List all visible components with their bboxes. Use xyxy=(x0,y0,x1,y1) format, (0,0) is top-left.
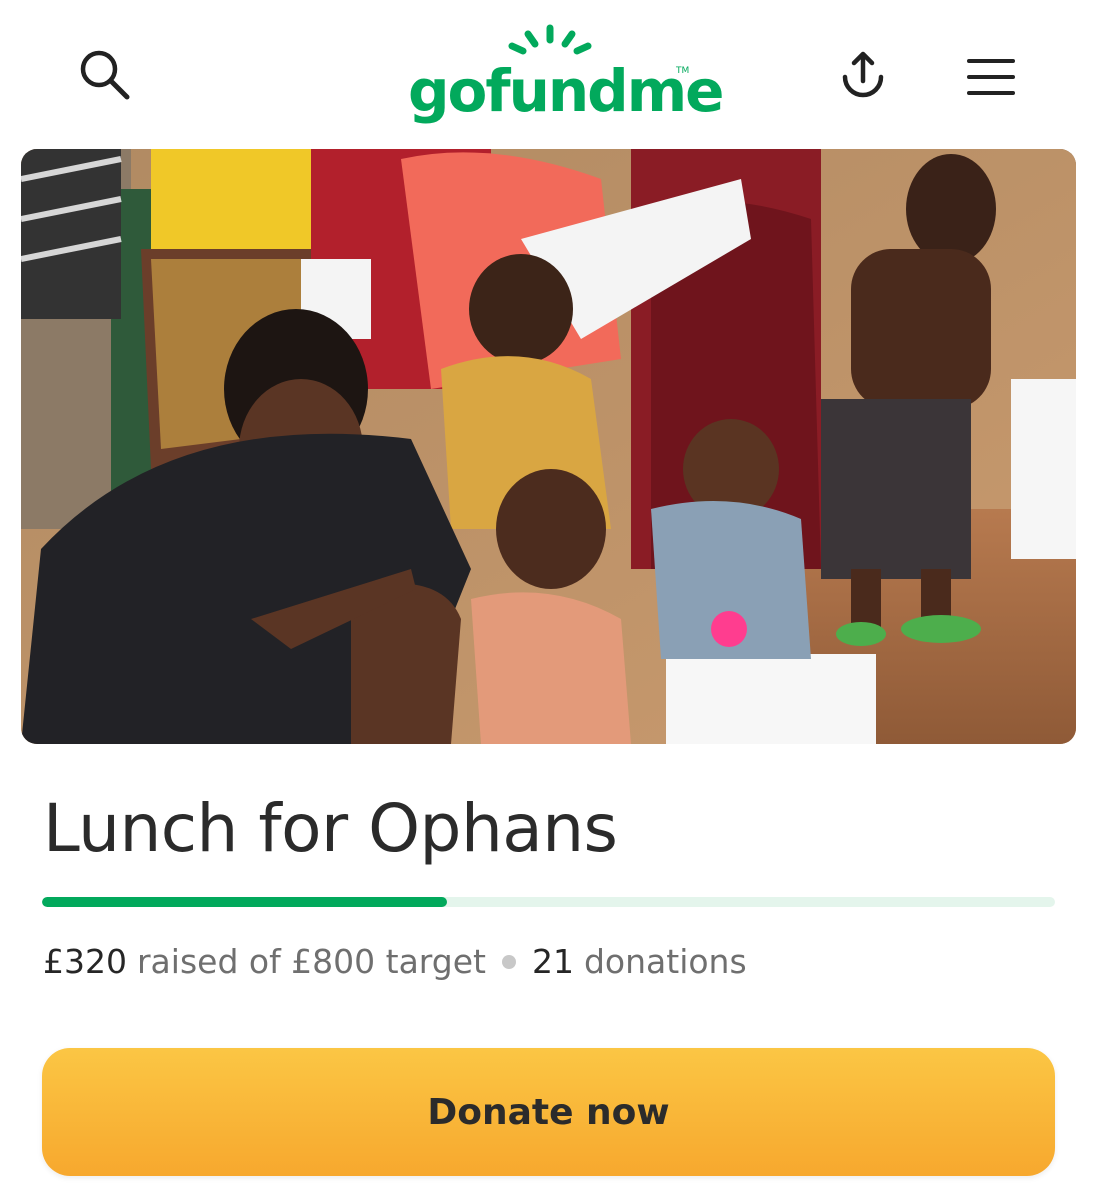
donate-now-button[interactable]: Donate now xyxy=(42,1048,1055,1176)
donate-button-label: Donate now xyxy=(427,1091,670,1133)
donations-count: 21 xyxy=(531,942,574,981)
raised-of-target-label: raised of £800 target xyxy=(136,942,486,981)
trademark-mark: TM xyxy=(676,66,690,76)
separator-dot xyxy=(501,954,516,969)
fundraising-progress-bar xyxy=(42,897,1055,907)
search-icon xyxy=(75,45,135,109)
share-upload-icon xyxy=(833,45,893,109)
search-button[interactable] xyxy=(70,42,140,112)
progress-bar-fill xyxy=(42,897,448,907)
share-button[interactable] xyxy=(828,42,898,112)
fundraising-stats: £320 raised of £800 target 21 donations xyxy=(43,942,747,981)
hamburger-menu-icon xyxy=(961,45,1021,109)
campaign-title: Lunch for Ophans xyxy=(43,790,618,867)
menu-button[interactable] xyxy=(956,42,1026,112)
donations-label: donations xyxy=(583,942,747,981)
campaign-hero-image[interactable] xyxy=(21,149,1076,744)
gofundme-logo[interactable]: gofundme TM xyxy=(400,20,724,130)
amount-raised: £320 xyxy=(43,942,127,981)
app-header: gofundme TM xyxy=(0,0,1097,145)
